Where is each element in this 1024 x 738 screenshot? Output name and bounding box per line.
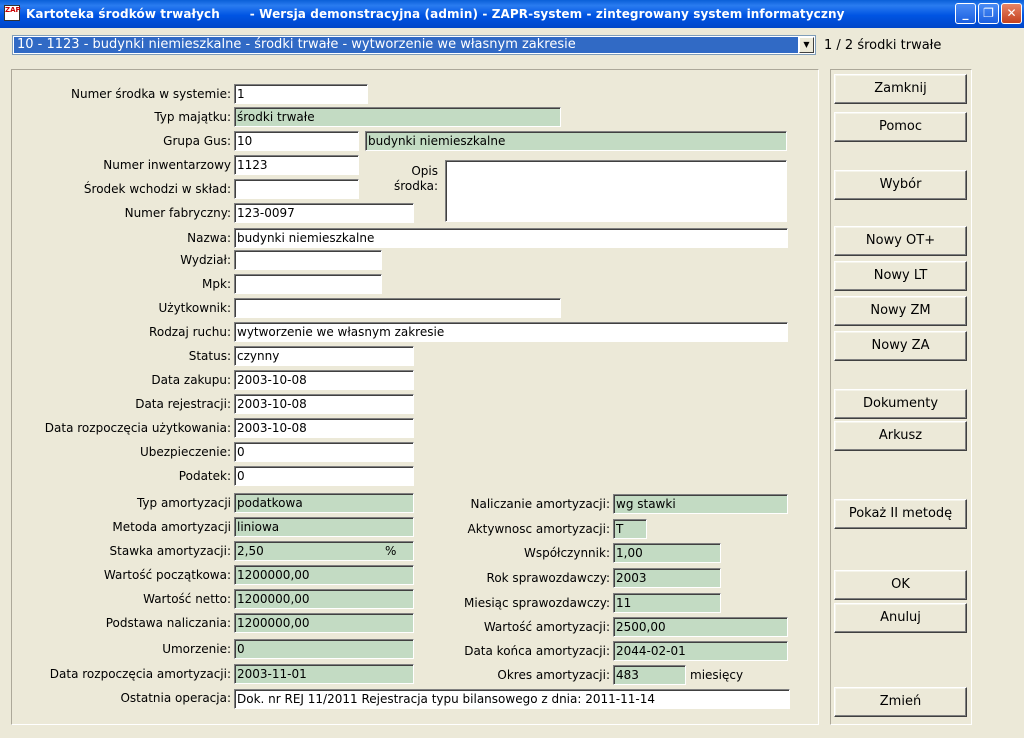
dokumenty-button[interactable]: Dokumenty — [834, 389, 967, 419]
wspolczynnik-field[interactable]: 1,00 — [613, 543, 721, 563]
minimize-icon[interactable]: _ — [955, 3, 976, 24]
okres-unit: miesięcy — [690, 668, 744, 682]
nazwa-field[interactable]: budynki niemieszkalne — [234, 228, 788, 248]
data-rozpoczecia-uzytkowania-field[interactable]: 2003-10-08 — [234, 418, 414, 438]
status-label: Status: — [188, 349, 231, 363]
record-select[interactable]: 10 - 1123 - budynki niemieszkalne - środ… — [12, 35, 816, 55]
window-title: Kartoteka środków trwałych - Wersja demo… — [26, 7, 845, 21]
okres-amortyzacji-label: Okres amortyzacji: — [497, 668, 610, 682]
grupa-gus-name-field[interactable]: budynki niemieszkalne — [365, 131, 787, 151]
zamknij-button[interactable]: Zamknij — [834, 74, 967, 104]
wydzial-field[interactable] — [234, 250, 382, 270]
wartosc-amortyzacji-label: Wartość amortyzacji: — [483, 620, 610, 634]
umorzenie-field[interactable]: 0 — [234, 639, 414, 659]
uzytkownik-label: Użytkownik: — [158, 301, 232, 315]
ostatnia-operacja-field[interactable]: Dok. nr REJ 11/2011 Rejestracja typu bil… — [234, 689, 790, 709]
numer-inwentarzowy-field[interactable]: 1123 — [234, 155, 359, 175]
data-rejestracji-label: Data rejestracji: — [135, 397, 231, 411]
nowy-za-button[interactable]: Nowy ZA — [834, 331, 967, 361]
numer-fabryczny-label: Numer fabryczny: — [124, 206, 231, 220]
close-icon[interactable]: ✕ — [1001, 3, 1022, 24]
numer-inwentarzowy-label: Numer inwentarzowy — [103, 158, 231, 172]
wydzial-label: Wydział: — [180, 253, 231, 267]
opis-srodka-label-line2: środka: — [393, 179, 438, 193]
chevron-down-icon[interactable]: ▼ — [799, 37, 814, 53]
numer-srodka-field[interactable]: 1 — [234, 84, 368, 104]
stawka-amortyzacji-label: Stawka amortyzacji: — [109, 544, 231, 558]
podatek-field[interactable]: 0 — [234, 466, 414, 486]
numer-fabryczny-field[interactable]: 123-0097 — [234, 203, 414, 223]
nowy-ot-button[interactable]: Nowy OT+ — [834, 226, 967, 256]
grupa-gus-label: Grupa Gus: — [163, 134, 231, 148]
srodek-wchodzi-label: Środek wchodzi w skład: — [83, 182, 231, 196]
podstawa-naliczania-label: Podstawa naliczania: — [105, 616, 231, 630]
wartosc-netto-label: Wartość netto: — [143, 592, 231, 606]
grupa-gus-field[interactable]: 10 — [234, 131, 359, 151]
metoda-amortyzacji-field[interactable]: liniowa — [234, 517, 414, 537]
wartosc-poczatkowa-label: Wartość początkowa: — [103, 568, 231, 582]
uzytkownik-field[interactable] — [234, 298, 561, 318]
record-select-value: 10 - 1123 - budynki niemieszkalne - środ… — [14, 37, 798, 53]
ubezpieczenie-label: Ubezpieczenie: — [139, 445, 231, 459]
aktywnosc-amortyzacji-field[interactable]: T — [613, 519, 647, 539]
wartosc-amortyzacji-field[interactable]: 2500,00 — [613, 617, 788, 637]
opis-srodka-label-line1: Opis — [411, 164, 438, 178]
okres-amortyzacji-field[interactable]: 483 — [613, 665, 686, 685]
typ-amortyzacji-field[interactable]: podatkowa — [234, 493, 414, 513]
rok-sprawozdawczy-label: Rok sprawozdawczy: — [486, 571, 610, 585]
wybor-button[interactable]: Wybór — [834, 170, 967, 200]
ok-button[interactable]: OK — [834, 570, 967, 600]
stawka-percent-unit: % — [385, 544, 397, 558]
typ-majatku-field[interactable]: środki trwałe — [234, 107, 561, 127]
app-icon: ZAP — [4, 5, 21, 21]
rodzaj-ruchu-label: Rodzaj ruchu: — [149, 325, 231, 339]
status-field[interactable]: czynny — [234, 346, 414, 366]
anuluj-button[interactable]: Anuluj — [834, 603, 967, 633]
naliczanie-amortyzacji-label: Naliczanie amortyzacji: — [470, 497, 610, 511]
nowy-lt-button[interactable]: Nowy LT — [834, 261, 967, 291]
data-rejestracji-field[interactable]: 2003-10-08 — [234, 394, 414, 414]
typ-amortyzacji-label: Typ amortyzacji — [136, 496, 231, 510]
nazwa-label: Nazwa: — [187, 231, 231, 245]
record-counter: 1 / 2 środki trwałe — [824, 38, 942, 53]
podatek-label: Podatek: — [178, 469, 231, 483]
rok-sprawozdawczy-field[interactable]: 2003 — [613, 568, 721, 588]
data-rozpoczecia-amortyzacji-field[interactable]: 2003-11-01 — [234, 664, 414, 684]
ubezpieczenie-field[interactable]: 0 — [234, 442, 414, 462]
wartosc-poczatkowa-field[interactable]: 1200000,00 — [234, 565, 414, 585]
podstawa-naliczania-field[interactable]: 1200000,00 — [234, 613, 414, 633]
data-zakupu-field[interactable]: 2003-10-08 — [234, 370, 414, 390]
naliczanie-amortyzacji-field[interactable]: wg stawki — [613, 494, 788, 514]
data-konca-amortyzacji-label: Data końca amortyzacji: — [464, 644, 610, 658]
srodek-wchodzi-field[interactable] — [234, 179, 359, 199]
wartosc-netto-field[interactable]: 1200000,00 — [234, 589, 414, 609]
title-bar[interactable]: ZAP Kartoteka środków trwałych - Wersja … — [0, 0, 1024, 28]
aktywnosc-amortyzacji-label: Aktywnosc amortyzacji: — [467, 522, 610, 536]
opis-srodka-textarea[interactable] — [445, 160, 787, 222]
typ-majatku-label: Typ majątku: — [154, 110, 231, 124]
metoda-amortyzacji-label: Metoda amortyzacji — [112, 520, 231, 534]
miesiac-sprawozdawczy-field[interactable]: 11 — [613, 593, 721, 613]
wspolczynnik-label: Współczynnik: — [523, 546, 610, 560]
ostatnia-operacja-label: Ostatnia operacja: — [120, 691, 231, 705]
umorzenie-label: Umorzenie: — [162, 642, 231, 656]
rodzaj-ruchu-field[interactable]: wytworzenie we własnym zakresie — [234, 322, 788, 342]
data-rozpoczecia-amortyzacji-label: Data rozpoczęcia amortyzacji: — [49, 667, 231, 681]
mpk-label: Mpk: — [202, 277, 231, 291]
mpk-field[interactable] — [234, 274, 382, 294]
data-konca-amortyzacji-field[interactable]: 2044-02-01 — [613, 641, 788, 661]
nowy-zm-button[interactable]: Nowy ZM — [834, 296, 967, 326]
pokaz-ii-metode-button[interactable]: Pokaż II metodę — [834, 499, 967, 529]
numer-srodka-label: Numer środka w systemie: — [71, 87, 231, 101]
data-zakupu-label: Data zakupu: — [151, 373, 231, 387]
restore-icon[interactable]: ❐ — [978, 3, 999, 24]
pomoc-button[interactable]: Pomoc — [834, 112, 967, 142]
miesiac-sprawozdawczy-label: Miesiąc sprawozdawczy: — [464, 596, 610, 610]
zmien-button[interactable]: Zmień — [834, 687, 967, 717]
data-rozpoczecia-uzytkowania-label: Data rozpoczęcia użytkowania: — [44, 421, 231, 435]
arkusz-button[interactable]: Arkusz — [834, 421, 967, 451]
